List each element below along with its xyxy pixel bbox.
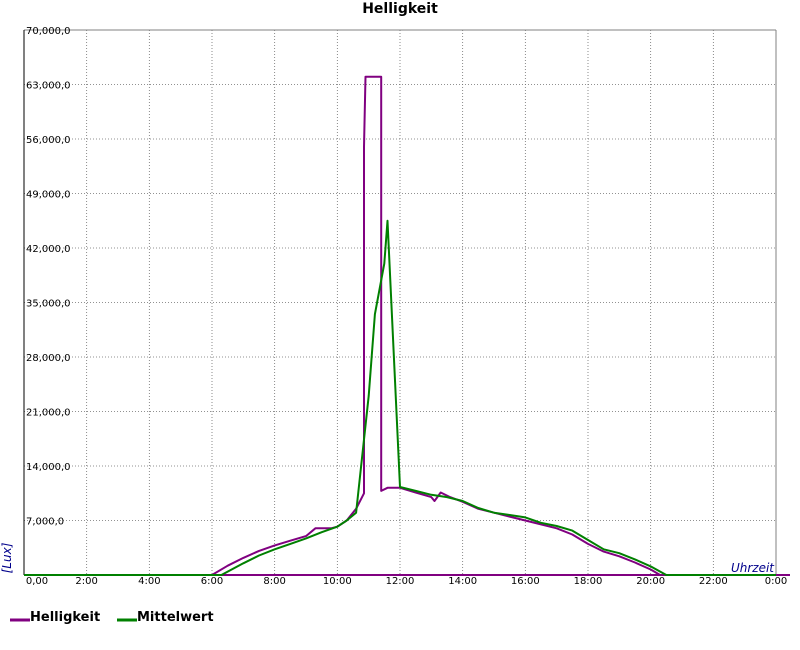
- series-lines: [24, 75, 776, 576]
- x-tick-labels: 0,00 2:00 4:00 6:00 8:00 10:00 12:00 14:00 16:00…: [26, 576, 787, 587]
- x-tick-label: 18:00: [574, 576, 603, 587]
- legend-label-mittelwert: Mittelwert: [137, 610, 214, 625]
- x-tick-label: 22:00: [699, 576, 728, 587]
- y-tick-label: 42,000,0: [26, 244, 71, 255]
- y-tick-label: 7,000,0: [26, 517, 64, 528]
- y-tick-label: 56,000,0: [26, 135, 71, 146]
- x-tick-label: 14:00: [448, 576, 477, 587]
- x-tick-label: 12:00: [386, 576, 415, 587]
- y-axis-label: [Lux]: [0, 542, 14, 573]
- series-line-helligkeit: [24, 75, 776, 576]
- x-tick-label: 16:00: [511, 576, 540, 587]
- legend-label-helligkeit: Helligkeit: [30, 610, 100, 625]
- brightness-chart: Helligkeit 7,000,0 14,000,0 21,000,0 28,000…: [0, 1, 790, 625]
- y-tick-label: 70,000,0: [26, 26, 71, 37]
- x-tick-label: 0,00: [26, 576, 48, 587]
- y-tick-labels: 7,000,0 14,000,0 21,000,0 28,000,0 35,000,0 4…: [26, 26, 71, 528]
- x-tick-label: 4:00: [138, 576, 160, 587]
- grid: [24, 29, 776, 575]
- legend: Helligkeit Mittelwert: [10, 610, 214, 625]
- x-tick-label: 6:00: [201, 576, 223, 587]
- x-tick-label: 8:00: [263, 576, 285, 587]
- y-tick-label: 63,000,0: [26, 81, 71, 92]
- x-tick-label: 0:00: [765, 576, 787, 587]
- x-axis-label: Uhrzeit: [731, 561, 775, 575]
- x-tick-label: 10:00: [323, 576, 352, 587]
- y-tick-label: 21,000,0: [26, 408, 71, 419]
- x-tick-label: 20:00: [636, 576, 665, 587]
- y-tick-label: 14,000,0: [26, 462, 71, 473]
- chart-title: Helligkeit: [362, 1, 438, 17]
- y-tick-label: 28,000,0: [26, 353, 71, 364]
- y-tick-label: 35,000,0: [26, 299, 71, 310]
- y-tick-label: 49,000,0: [26, 190, 71, 201]
- x-tick-label: 2:00: [75, 576, 97, 587]
